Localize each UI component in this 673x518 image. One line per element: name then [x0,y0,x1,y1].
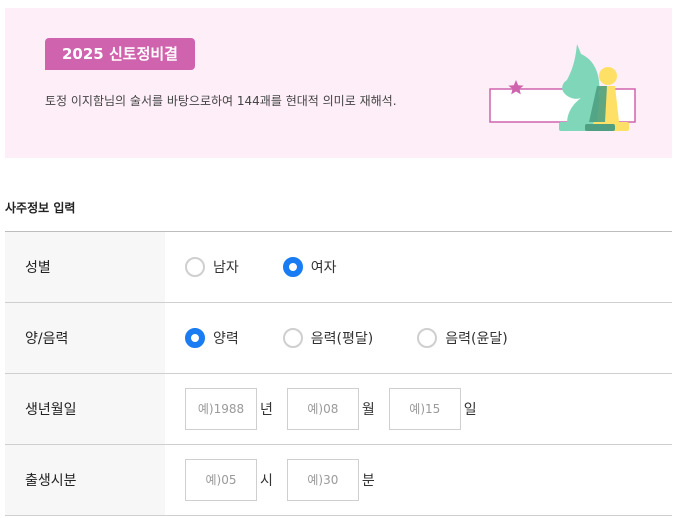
radio-solar-circle[interactable] [185,328,205,348]
birthdate-row: 생년월일 년 월 일 [5,374,672,445]
year-unit: 년 [260,402,273,418]
birth-day-input[interactable] [388,388,461,430]
birthtime-row: 출생시분 시 분 [5,445,672,516]
gender-row: 성별 남자 여자 [5,232,672,303]
day-unit: 일 [463,402,477,418]
calendar-label: 양/음력 [5,303,165,373]
birthtime-inputs: 시 분 [165,445,672,515]
calendar-row: 양/음력 양력 음력(평달) 음력(윤달) [5,303,672,374]
birthtime-label: 출생시분 [5,445,165,515]
month-unit: 월 [361,402,375,418]
birthdate-label: 생년월일 [5,374,165,444]
banner-description: 토정 이지함님의 술서를 바탕으로하여 144괘를 현대적 의미로 재해석. [45,94,397,108]
radio-female-circle[interactable] [282,257,303,277]
birth-hour-input[interactable] [185,459,257,501]
radio-male[interactable]: 남자 [185,257,239,277]
radio-solar-label: 양력 [213,331,239,347]
birthdate-inputs: 년 월 일 [165,374,672,444]
radio-lunar-normal-circle[interactable] [282,328,303,348]
birth-minute-input[interactable] [286,459,359,501]
section-title: 사주정보 입력 [5,201,76,215]
radio-lunar-leap-circle[interactable] [417,328,438,348]
radio-lunar-leap[interactable]: 음력(윤달) [417,328,508,348]
radio-lunar-normal[interactable]: 음력(평달) [282,328,374,348]
gender-label: 성별 [5,232,165,302]
birth-month-input[interactable] [286,388,359,430]
chess-illustration [489,44,636,131]
radio-lunar-leap-label: 음력(윤달) [445,331,508,347]
banner: 2025 신토정비결 토정 이지함님의 술서를 바탕으로하여 144괘를 현대적… [5,8,672,158]
minute-unit: 분 [361,473,375,489]
calendar-options: 양력 음력(평달) 음력(윤달) [165,303,672,373]
banner-badge: 2025 신토정비결 [45,38,195,70]
radio-female-label: 여자 [310,260,337,276]
radio-solar[interactable]: 양력 [185,328,239,348]
radio-male-label: 남자 [213,260,239,276]
hour-unit: 시 [260,473,273,489]
radio-female[interactable]: 여자 [282,257,337,277]
birth-year-input[interactable] [185,388,257,430]
saju-form: 성별 남자 여자 양/음력 양력 음력(평달) 음력(윤달) 생년월일 예)19… [5,231,672,516]
radio-lunar-normal-label: 음력(평달) [310,331,374,347]
radio-male-circle[interactable] [185,257,205,277]
gender-options: 남자 여자 [165,232,672,302]
